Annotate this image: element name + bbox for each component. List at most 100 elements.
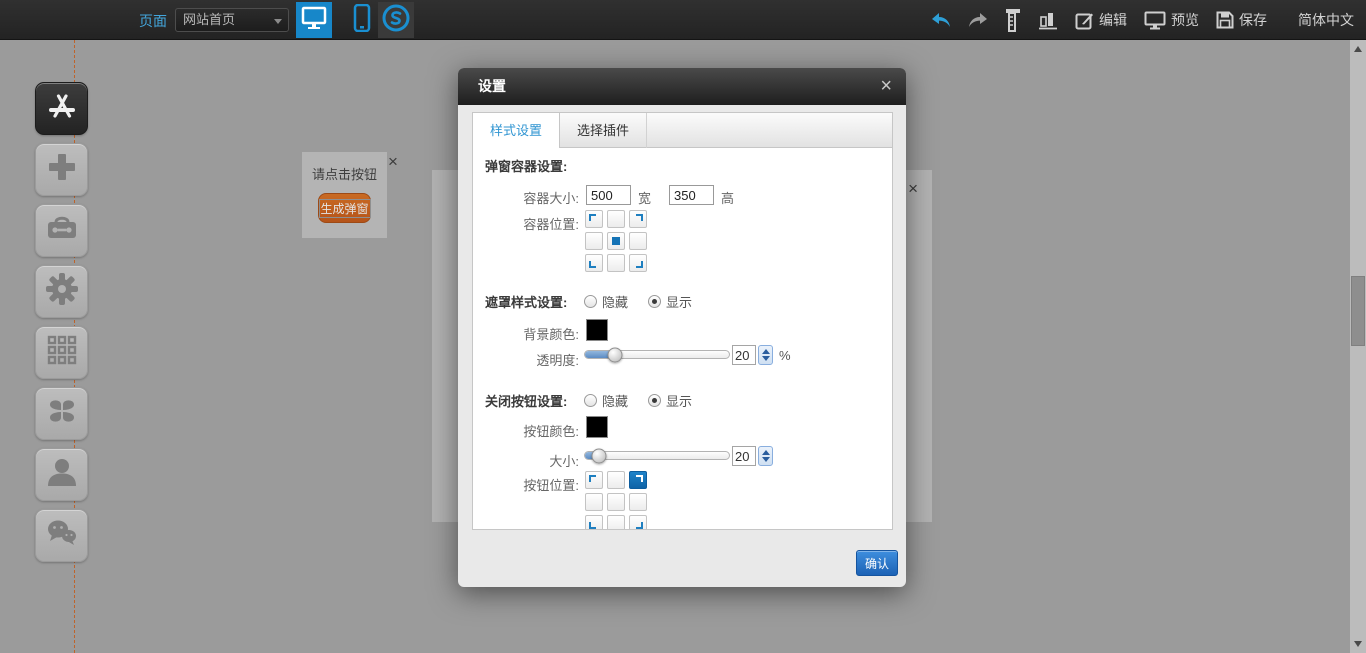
opacity-value-input[interactable] [732, 345, 756, 365]
sidebar-item-settings[interactable] [35, 265, 88, 318]
close-section-title: 关闭按钮设置: [485, 391, 567, 410]
position-cell[interactable] [629, 515, 647, 530]
circle-s-icon [381, 3, 411, 38]
edit-label: 编辑 [1099, 10, 1127, 30]
top-toolbar: 页面 网站首页 编辑 [0, 0, 1366, 40]
close-show-option[interactable]: 显示 [648, 391, 692, 410]
tab-style-settings[interactable]: 样式设置 [473, 113, 560, 149]
widget-hint-text: 请点击按钮 [302, 164, 387, 183]
mask-hide-option[interactable]: 隐藏 [584, 292, 628, 311]
position-cell[interactable] [585, 515, 603, 530]
link-mode-button[interactable] [378, 2, 414, 38]
position-cell[interactable] [629, 493, 647, 511]
position-cell[interactable] [607, 232, 625, 250]
toolbox-icon [44, 210, 80, 251]
toolbar-right-group: 编辑 预览 保存 简体中文 [931, 0, 1354, 40]
scroll-down-icon[interactable] [1354, 641, 1362, 647]
slider-handle[interactable] [608, 347, 623, 362]
language-switcher[interactable]: 简体中文 [1298, 10, 1354, 30]
stepper-up-icon[interactable] [762, 450, 770, 455]
confirm-button[interactable]: 确认 [856, 550, 898, 576]
preview-button[interactable]: 预览 [1144, 10, 1199, 30]
close-color-swatch[interactable] [586, 416, 608, 438]
scroll-up-icon[interactable] [1354, 46, 1362, 52]
ruler-icon [1005, 8, 1021, 32]
container-position-label: 容器位置: [485, 214, 579, 233]
radio-icon[interactable] [584, 394, 597, 407]
radio-icon[interactable] [648, 295, 661, 308]
ruler-button[interactable] [1005, 8, 1021, 32]
modal-header[interactable]: 设置 × [458, 68, 906, 105]
generate-popup-button[interactable]: 生成弹窗 [318, 193, 371, 223]
stepper-down-icon[interactable] [762, 356, 770, 361]
grid-icon [44, 332, 80, 373]
position-cell[interactable] [607, 210, 625, 228]
modal-tabbar: 样式设置 选择插件 [472, 112, 893, 148]
position-cell[interactable] [629, 232, 647, 250]
slider-handle[interactable] [592, 448, 607, 463]
popup-trigger-widget[interactable]: 请点击按钮 生成弹窗 [302, 152, 387, 238]
radio-icon[interactable] [584, 295, 597, 308]
sidebar-item-wechat[interactable] [35, 509, 88, 562]
user-icon [44, 454, 80, 495]
container-width-input[interactable] [586, 185, 631, 205]
sidebar-item-toolbox[interactable] [35, 204, 88, 257]
mask-show-option[interactable]: 显示 [648, 292, 692, 311]
position-cell[interactable] [629, 254, 647, 272]
modal-close-icon[interactable]: × [880, 76, 892, 96]
position-cell[interactable] [607, 515, 625, 530]
chevron-down-icon [274, 19, 282, 24]
sidebar-item-add[interactable] [35, 143, 88, 196]
mask-hide-label: 隐藏 [602, 292, 628, 311]
position-cell[interactable] [585, 493, 603, 511]
sidebar-item-grid[interactable] [35, 326, 88, 379]
opacity-stepper[interactable] [758, 345, 773, 365]
position-cell[interactable] [585, 232, 603, 250]
page-dropdown[interactable]: 网站首页 [175, 8, 289, 32]
close-size-slider[interactable] [584, 451, 730, 460]
position-cell[interactable] [585, 471, 603, 489]
stats-button[interactable] [1038, 10, 1058, 30]
stepper-down-icon[interactable] [762, 457, 770, 462]
tab-select-plugin[interactable]: 选择插件 [560, 113, 647, 148]
mask-show-label: 显示 [666, 292, 692, 311]
position-cell[interactable] [607, 471, 625, 489]
desktop-view-button[interactable] [296, 2, 332, 38]
container-height-input[interactable] [669, 185, 714, 205]
page-scrollbar[interactable] [1350, 40, 1366, 653]
stepper-up-icon[interactable] [762, 349, 770, 354]
redo-button[interactable] [968, 12, 988, 28]
position-cell[interactable] [607, 493, 625, 511]
position-cell[interactable] [629, 471, 647, 489]
undo-button[interactable] [931, 12, 951, 28]
settings-icon [44, 271, 80, 312]
preview-label: 预览 [1171, 10, 1199, 30]
position-cell[interactable] [585, 254, 603, 272]
height-unit-label: 高 [721, 188, 734, 207]
mask-color-swatch[interactable] [586, 319, 608, 341]
preview-monitor-icon [1144, 11, 1166, 30]
close-hide-label: 隐藏 [602, 391, 628, 410]
bar-chart-icon [1038, 10, 1058, 30]
sidebar-item-components[interactable] [35, 387, 88, 440]
opacity-slider[interactable] [584, 350, 730, 359]
wechat-icon [44, 515, 80, 556]
position-cell[interactable] [585, 210, 603, 228]
sidebar-item-app-market[interactable] [35, 82, 88, 135]
panel-close-icon[interactable]: × [908, 180, 918, 197]
close-hide-option[interactable]: 隐藏 [584, 391, 628, 410]
mobile-view-button[interactable] [344, 2, 380, 38]
settings-modal: 设置 × 样式设置 选择插件 弹窗容器设置: 容器大小: 宽 高 容器位置: 遮… [458, 68, 906, 587]
widget-close-icon[interactable]: × [388, 153, 398, 170]
radio-icon[interactable] [648, 394, 661, 407]
position-cell[interactable] [607, 254, 625, 272]
close-size-input[interactable] [732, 446, 756, 466]
edit-button[interactable]: 编辑 [1075, 10, 1127, 30]
sidebar-item-user[interactable] [35, 448, 88, 501]
close-size-stepper[interactable] [758, 446, 773, 466]
position-cell[interactable] [629, 210, 647, 228]
opacity-label: 透明度: [485, 350, 579, 369]
scrollbar-thumb[interactable] [1351, 276, 1365, 346]
mask-section-title: 遮罩样式设置: [485, 292, 567, 311]
save-button[interactable]: 保存 [1216, 10, 1267, 30]
